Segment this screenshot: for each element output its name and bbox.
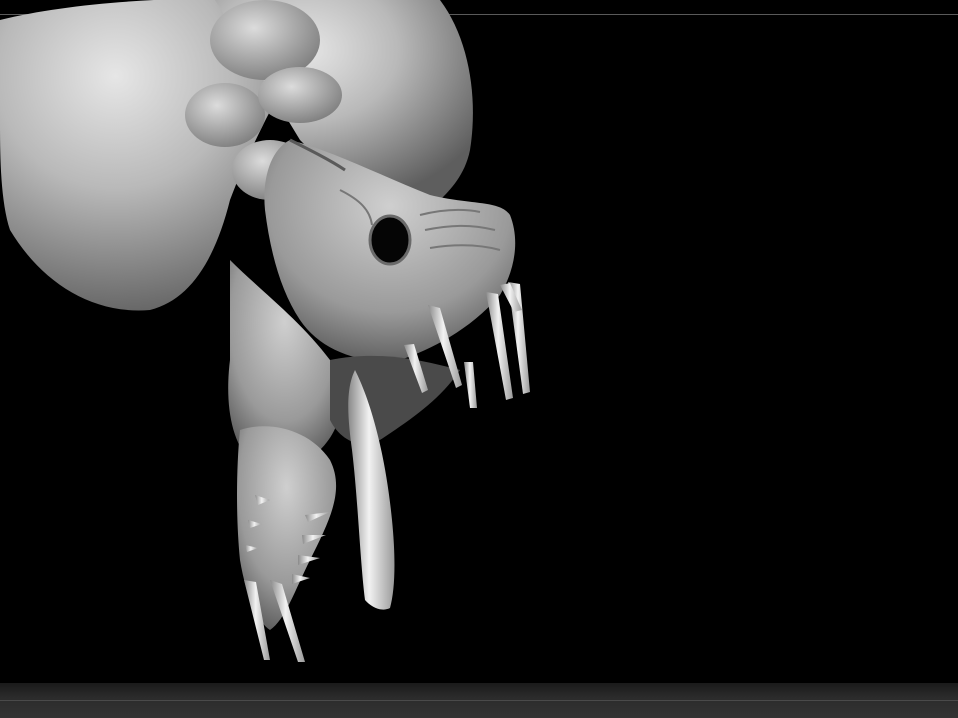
spike-lower-3 <box>298 555 320 565</box>
brow-bulb-mid <box>185 83 265 147</box>
3d-viewport-canvas[interactable] <box>0 0 958 683</box>
eye-socket <box>368 214 412 266</box>
sculpted-creature-head-model[interactable] <box>0 0 958 683</box>
brow-bulb-top <box>258 67 342 123</box>
fang-upper-5 <box>464 362 477 408</box>
bottom-tray-divider <box>0 700 958 701</box>
fang-upper-2 <box>486 292 513 400</box>
